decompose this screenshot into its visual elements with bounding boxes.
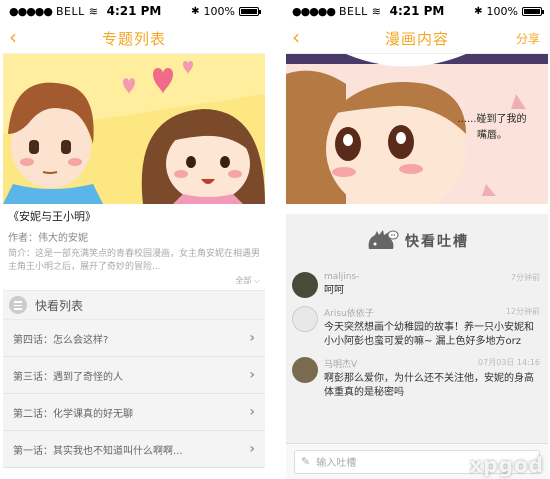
chapter-item[interactable]: 第三话：遇到了奇怪的人 › xyxy=(3,357,265,394)
comment-text: 啊彭那么爱你，为什么还不关注他，安妮的身高体重真的是秘密吗 xyxy=(324,373,534,398)
comment-text: 呵呵 xyxy=(324,285,344,296)
comment-time: 07月03日 14:16 xyxy=(478,358,540,367)
comment-text: 今天突然想画个幼稚园的故事！养一只小安妮和小小阿彭也蛮可爱的嘛~ 漏上色好多地方… xyxy=(324,322,534,347)
comic-cover-image[interactable] xyxy=(3,54,265,204)
hedgehog-chat-icon xyxy=(368,230,399,249)
brand-label: 快看吐槽 xyxy=(405,234,469,250)
chapter-item[interactable]: 第四话：怎么会这样? › xyxy=(3,320,265,357)
chapter-list: 第四话：怎么会这样? › 第三话：遇到了奇怪的人 › 第二话：化学课真的好无聊 … xyxy=(3,320,265,468)
book-intro: 简介：这是一部充满笑点的青春校园漫画，女主角安妮在相遇男主角王小明之后，展开了奇… xyxy=(8,249,260,272)
chevron-right-icon: › xyxy=(249,441,255,457)
comment-body: maljins- 呵呵 xyxy=(324,272,542,298)
chapter-title: 第一话：其实我也不知道叫什么啊啊... xyxy=(13,445,183,457)
cover-illustration xyxy=(3,54,265,204)
book-author: 作者：伟大的安妮 xyxy=(8,233,88,244)
chapter-item[interactable]: 第二话：化学课真的好无聊 › xyxy=(3,394,265,431)
page-title: 漫画内容 xyxy=(384,30,449,48)
chevron-right-icon: › xyxy=(249,367,255,383)
navigation-bar: ‹ 漫画内容 分享 xyxy=(286,22,548,54)
page-title: 专题列表 xyxy=(101,30,166,48)
status-bar: ●●●●● BELL ≋ 4:21 PM ✱ 100% xyxy=(3,0,265,22)
comment-time: 12分钟前 xyxy=(505,307,540,316)
comment-input-placeholder: 输入吐槽 xyxy=(316,458,357,469)
chevron-right-icon: › xyxy=(249,330,255,346)
battery-percent: 100% xyxy=(203,5,235,18)
watermark: xpgod xyxy=(469,453,544,477)
comment-item[interactable]: 马明杰V 啊彭那么爱你，为什么还不关注他，安妮的身高体重真的是秘密吗 07月03… xyxy=(286,353,548,404)
comment-item[interactable]: Arisu依依子 今天突然想画个幼稚园的故事！养一只小安妮和小小阿彭也蛮可爱的嘛… xyxy=(286,302,548,353)
avatar[interactable] xyxy=(292,357,318,383)
speech-text: ......碰到了我的嘴唇。 xyxy=(457,114,527,141)
list-icon xyxy=(9,296,27,314)
brand-header: 快看吐槽 xyxy=(286,214,548,268)
share-button[interactable]: 分享 xyxy=(516,30,540,47)
left-phone-screen: ●●●●● BELL ≋ 4:21 PM ✱ 100% ‹ 专题列表 《安妮与王… xyxy=(3,0,265,479)
chapter-item[interactable]: 第一话：其实我也不知道叫什么啊啊... › xyxy=(3,431,265,468)
chevron-right-icon: › xyxy=(249,404,255,420)
comic-panel-image[interactable]: ......碰到了我的嘴唇。 xyxy=(286,54,548,214)
avatar[interactable] xyxy=(292,272,318,298)
edit-icon: ✎ xyxy=(301,455,311,468)
comment-username: maljins- xyxy=(324,272,360,282)
comments-area: 快看吐槽 maljins- 呵呵 7分钟前 Arisu依依子 今天突然想画个幼稚… xyxy=(286,214,548,479)
book-info: 《安妮与王小明》 作者：伟大的安妮 简介：这是一部充满笑点的青春校园漫画，女主角… xyxy=(3,204,265,286)
chapter-title: 第二话：化学课真的好无聊 xyxy=(13,408,133,420)
battery-icon xyxy=(239,7,261,16)
chapter-title: 第四话：怎么会这样? xyxy=(13,334,109,346)
battery-icon xyxy=(522,7,544,16)
battery-area: ✱ 100% xyxy=(191,5,261,18)
bluetooth-icon: ✱ xyxy=(191,6,200,17)
book-title: 《安妮与王小明》 xyxy=(8,210,96,223)
comment-item[interactable]: maljins- 呵呵 7分钟前 xyxy=(286,268,548,302)
chapter-list-header: 快看列表 xyxy=(3,290,265,320)
right-phone-screen: ●●●●● BELL ≋ 4:21 PM ✱ 100% ‹ 漫画内容 分享 ..… xyxy=(286,0,548,479)
status-bar: ●●●●● BELL ≋ 4:21 PM ✱ 100% xyxy=(286,0,548,22)
navigation-bar: ‹ 专题列表 xyxy=(3,22,265,54)
expand-intro-link[interactable]: 全部 ⌵ xyxy=(8,275,260,286)
battery-percent: 100% xyxy=(486,5,518,18)
chapter-title: 第三话：遇到了奇怪的人 xyxy=(13,371,123,383)
avatar[interactable] xyxy=(292,306,318,332)
chapter-list-label: 快看列表 xyxy=(35,298,84,313)
bluetooth-icon: ✱ xyxy=(474,6,483,17)
battery-area: ✱ 100% xyxy=(474,5,544,18)
comment-time: 7分钟前 xyxy=(510,273,540,282)
